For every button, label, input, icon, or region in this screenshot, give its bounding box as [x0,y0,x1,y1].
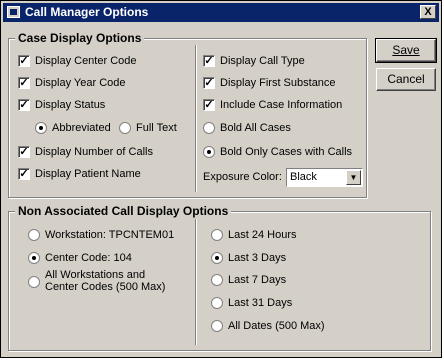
checkbox-box[interactable]: ✓ [18,77,30,89]
exposure-color-value: Black [290,171,317,183]
radio-label: Full Text [136,122,177,134]
radio-circle[interactable] [35,122,47,134]
checkbox-label: Display Number of Calls [35,146,153,158]
radio-circle[interactable] [211,274,223,286]
close-icon[interactable]: X [420,5,436,19]
chevron-down-icon[interactable]: ▼ [346,170,361,185]
checkbox-label: Display Call Type [220,55,305,67]
checkbox-label: Display Center Code [35,55,137,67]
radio-label: All Dates (500 Max) [228,320,325,332]
radio-circle[interactable] [211,320,223,332]
radio-circle[interactable] [211,229,223,241]
radio-label: Last 3 Days [228,252,287,264]
checkbox-box[interactable]: ✓ [18,99,30,111]
radio-label: All Workstations and Center Codes (500 M… [45,269,165,293]
radio-label: Last 24 Hours [228,229,297,241]
radio-circle[interactable] [28,252,40,264]
save-button[interactable]: Save [375,38,437,63]
radio-label-line1: All Workstations and [45,269,146,281]
checkbox-box[interactable]: ✓ [18,146,30,158]
checkbox-label: Display Patient Name [35,168,141,180]
radio-label: Abbreviated [52,122,111,134]
checkbox-box[interactable]: ✓ [203,55,215,67]
exposure-color-label: Exposure Color: [203,171,282,183]
radio-circle[interactable] [119,122,131,134]
checkbox-label: Include Case Information [220,99,343,111]
cancel-button[interactable]: Cancel [376,68,436,91]
checkbox-label: Display Year Code [35,77,126,89]
window-title: Call Manager Options [25,5,149,19]
non-associated-divider [195,219,197,345]
radio-label: Bold Only Cases with Calls [220,146,353,158]
radio-label: Last 31 Days [228,297,293,309]
title-bar[interactable]: Call Manager Options X [3,3,439,22]
exposure-color-select[interactable]: Black ▼ [286,168,363,187]
radio-label-line2: Center Codes (500 Max) [45,281,166,293]
checkbox-label: Display Status [35,99,106,111]
cancel-button-label: Cancel [387,72,425,86]
save-button-label: Save [392,43,420,57]
radio-label: Workstation: TPCNTEM01 [45,229,175,241]
radio-circle[interactable] [28,229,40,241]
dialog-window: Call Manager Options X Case Display Opti… [0,0,442,358]
checkbox-box[interactable]: ✓ [203,77,215,89]
checkbox-box[interactable]: ✓ [203,99,215,111]
case-display-legend: Case Display Options [15,31,145,45]
radio-circle[interactable] [203,146,215,158]
radio-label: Center Code: 104 [45,252,132,264]
radio-circle[interactable] [203,122,215,134]
checkbox-label: Display First Substance [220,77,336,89]
radio-circle[interactable] [211,252,223,264]
window-app-icon [7,6,20,18]
checkbox-box[interactable]: ✓ [18,55,30,67]
case-display-divider [195,45,197,192]
checkbox-box[interactable]: ✓ [18,168,30,180]
radio-circle[interactable] [28,276,40,288]
radio-label: Last 7 Days [228,274,287,286]
radio-label: Bold All Cases [220,122,291,134]
non-associated-legend: Non Associated Call Display Options [15,204,232,218]
radio-circle[interactable] [211,297,223,309]
